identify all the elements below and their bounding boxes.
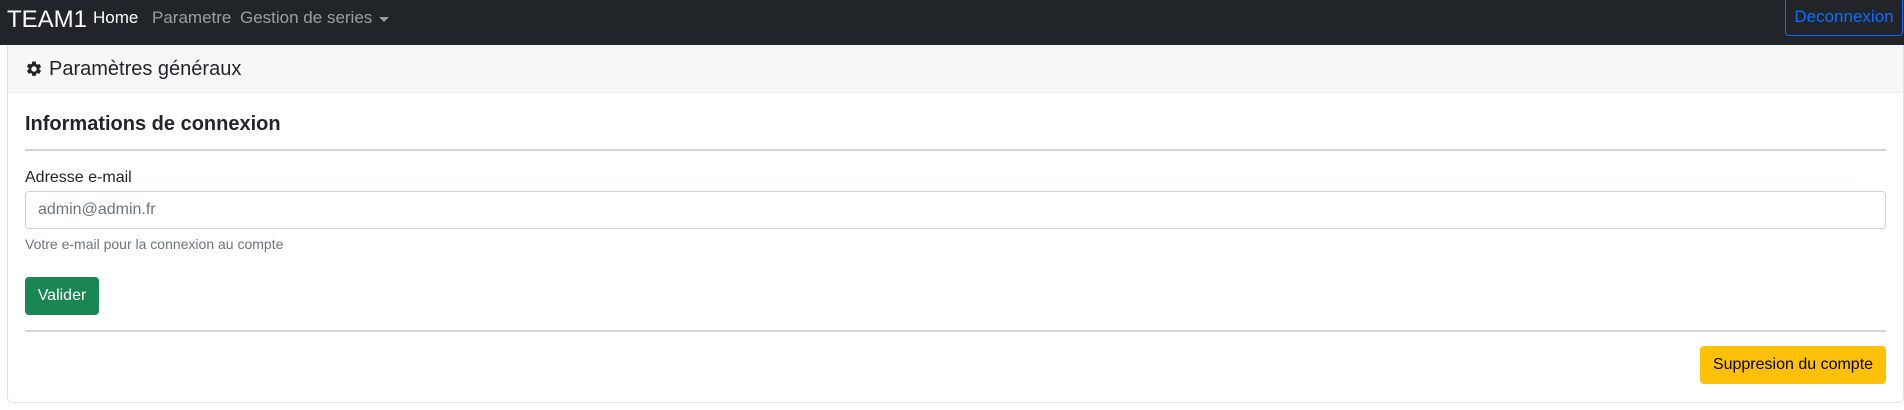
email-field[interactable] [25,191,1886,229]
email-label: Adresse e-mail [25,169,132,186]
caret-down-icon [379,16,390,22]
nav-gestion-series-label: Gestion de series [240,8,373,27]
delete-account-button[interactable]: Suppresion du compte [1700,346,1886,384]
divider [25,330,1886,332]
email-help-text: Votre e-mail pour la connexion au compte [25,236,284,252]
divider [25,149,1886,151]
nav-parametre-link[interactable]: Parametre [152,8,231,28]
nav-gestion-series-dropdown[interactable]: Gestion de series [240,8,390,28]
top-navbar: TEAM1 Home Parametre Gestion de series D… [0,0,1904,45]
page-title: Paramètres généraux [49,57,242,80]
settings-card: Paramètres généraux Informations de conn… [7,45,1904,403]
section-title: Informations de connexion [25,113,281,135]
card-header: Paramètres généraux [8,45,1903,93]
brand-logo[interactable]: TEAM1 [7,5,87,35]
nav-home-link[interactable]: Home [93,8,138,28]
validate-button[interactable]: Valider [25,277,99,315]
gear-icon [26,60,42,76]
logout-button[interactable]: Deconnexion [1785,0,1903,36]
